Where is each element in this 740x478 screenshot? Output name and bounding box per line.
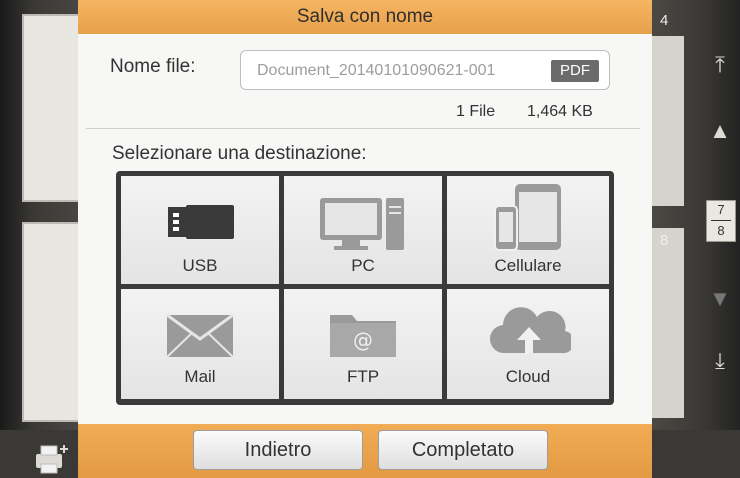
destination-mobile-label: Cellulare	[494, 256, 562, 275]
destination-label: Selezionare una destinazione:	[112, 143, 367, 164]
svg-text:@: @	[353, 328, 373, 352]
done-button[interactable]: Completato	[378, 430, 548, 470]
file-name-value: Document_20140101090621-001	[257, 62, 496, 79]
cloud-upload-icon	[489, 307, 571, 354]
file-name-field[interactable]: Document_20140101090621-001 PDF	[240, 50, 610, 90]
divider	[86, 128, 640, 129]
page-indicator: 7 8	[706, 200, 736, 242]
usb-icon	[168, 205, 234, 239]
destination-usb[interactable]: USB	[121, 176, 279, 284]
format-badge[interactable]: PDF	[551, 60, 599, 82]
scroll-down-icon[interactable]: ▼	[704, 286, 736, 312]
scroll-bottom-icon[interactable]: ⤓	[704, 348, 736, 374]
destination-ftp-label: FTP	[346, 367, 380, 386]
dialog-title: Salva con nome	[296, 6, 434, 27]
pc-icon	[320, 198, 404, 250]
destination-cloud-label: Cloud	[505, 367, 551, 386]
destination-pc-label: PC	[351, 256, 375, 275]
file-name-label: Nome file:	[110, 56, 196, 77]
destination-usb-label: USB	[182, 256, 218, 275]
file-size: 1,464 KB	[527, 103, 593, 120]
background-page-thumbnail	[652, 36, 684, 206]
destination-mail[interactable]: Mail	[121, 289, 279, 399]
save-as-dialog: Salva con nome Nome file: Document_20140…	[78, 0, 652, 478]
file-count: 1 File	[456, 103, 496, 120]
page-total: 8	[717, 223, 725, 238]
destination-mail-label: Mail	[184, 367, 216, 386]
thumb-number: 4	[660, 12, 669, 29]
thumb-number: 8	[660, 232, 669, 249]
destination-mobile[interactable]: Cellulare	[447, 176, 609, 284]
background-page-thumbnail	[22, 222, 82, 422]
scroll-top-icon[interactable]: ⤒	[704, 52, 736, 78]
printer-add-icon[interactable]	[34, 442, 70, 474]
back-button[interactable]: Indietro	[193, 430, 363, 470]
destination-pc[interactable]: PC	[284, 176, 442, 284]
background-page-thumbnail	[22, 14, 82, 202]
dialog-bottom-bar	[78, 424, 652, 478]
page-current: 7	[717, 202, 725, 217]
ftp-folder-icon: @	[330, 315, 396, 357]
background-page-thumbnail	[652, 228, 684, 418]
mobile-icon	[494, 184, 561, 251]
background-left-panel	[0, 0, 84, 478]
scroll-up-icon[interactable]: ▲	[704, 118, 736, 144]
destination-cloud[interactable]: Cloud	[447, 289, 609, 399]
dialog-title-bar: Salva con nome	[78, 0, 652, 34]
mail-icon	[166, 313, 234, 358]
destination-ftp[interactable]: @ FTP	[284, 289, 442, 399]
destination-grid: USB PC Cellulare Mail @ FTP Cloud	[116, 171, 614, 405]
